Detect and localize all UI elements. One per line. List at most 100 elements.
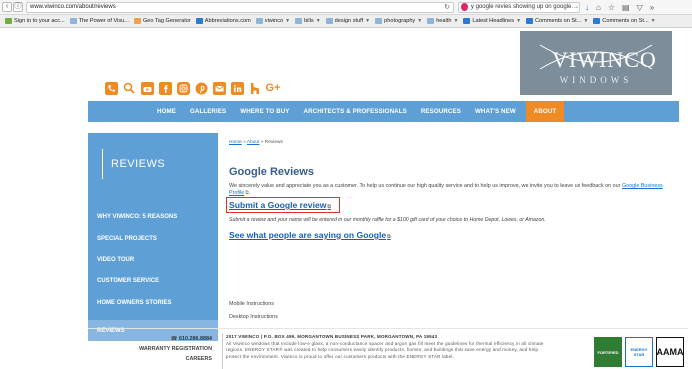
overflow-icon[interactable]: »	[650, 3, 654, 12]
chevron-down-icon: ▼	[315, 18, 321, 24]
linkedin-icon[interactable]	[230, 81, 244, 95]
download-icon[interactable]: ↓	[585, 3, 589, 12]
page-title: Google Reviews	[229, 166, 314, 178]
submit-review-label: Submit a Google review	[229, 200, 327, 210]
breadcrumb-home[interactable]: Home	[229, 140, 242, 145]
toolbar-icons: ↓ ⌂ ☆ ▤ ▽ »	[585, 3, 654, 12]
pinterest-icon[interactable]	[194, 81, 208, 95]
desktop-instructions[interactable]: Desktop Instructions	[229, 314, 278, 320]
bookmark-folder[interactable]: photography ▼	[375, 18, 422, 24]
geotag-icon	[133, 18, 141, 24]
browser-toolbar: ‹ ⓘ www.viwinco.com/about/reviews ↻ y go…	[0, 0, 692, 15]
nav-galleries[interactable]: GALLERIES	[190, 108, 226, 115]
nav-buttons: ‹ ⓘ	[0, 2, 23, 12]
google-icon	[5, 18, 12, 24]
breadcrumb: Home » About » Reviews	[229, 140, 283, 145]
warranty-registration-link[interactable]: WARRANTY REGISTRATION	[88, 344, 212, 354]
footer-address: 2017 VIWINCO | P.O. BOX 499, MORGANTOWN …	[226, 334, 438, 339]
bookmark-item[interactable]: Sign in to your acc...	[5, 18, 65, 24]
bookmark-item[interactable]: Geo Tag Generator	[133, 18, 191, 24]
info-icon[interactable]: ⓘ	[13, 2, 23, 12]
site-logo[interactable]: VIWINCO WINDOWS	[520, 31, 672, 95]
search-text: y google revies showing up on google.→	[470, 4, 579, 10]
breadcrumb-about[interactable]: About	[247, 140, 260, 145]
folder-icon	[255, 18, 263, 24]
sidebar-item-why-viwinco[interactable]: WHY VIWINCO: 5 REASONS	[88, 207, 218, 227]
footer: ☎ 610.286.8884 WARRANTY REGISTRATION CAR…	[88, 328, 688, 369]
feed-icon	[593, 18, 601, 24]
logo-subtitle: WINDOWS	[559, 75, 633, 85]
chevron-down-icon: ▼	[285, 18, 291, 24]
nav-whats-new[interactable]: WHAT'S NEW	[475, 108, 516, 115]
raffle-note: Submit a review and your name will be en…	[229, 217, 546, 223]
certification-badges: FORTIFIED ENERGY STAR AAMA	[594, 337, 684, 367]
footer-body: All Viwinco windows that include low-e g…	[226, 340, 544, 359]
pocket-icon[interactable]: ▽	[637, 3, 643, 12]
bookmark-feed[interactable]: Comments on St... ▼	[526, 18, 588, 24]
address-bar[interactable]: www.viwinco.com/about/reviews ↻	[26, 1, 454, 13]
email-icon[interactable]	[212, 81, 226, 95]
logo-word: VIWINCO	[552, 47, 657, 72]
search-icon[interactable]	[122, 81, 136, 95]
bookmarks-bar: Sign in to your acc... The Power of Visu…	[0, 15, 692, 28]
abbrev-icon	[195, 18, 203, 24]
sidebar-item-home-owners-stories[interactable]: HOME OWNERS STORIES	[88, 293, 218, 313]
chevron-down-icon: ▼	[583, 18, 589, 24]
intro-body: We sincerely value and appreciate you as…	[229, 183, 621, 189]
library-icon[interactable]: ▤	[622, 3, 630, 12]
bookmark-folder[interactable]: viwinco ▼	[255, 18, 291, 24]
see-reviews-label: See what people are saying on Google	[229, 230, 387, 240]
globe-icon	[69, 18, 77, 24]
bookmark-folder[interactable]: design stuff ▼	[325, 18, 371, 24]
search-engine-icon	[461, 3, 468, 11]
google-plus-icon[interactable]: G+	[266, 81, 281, 95]
footer-divider	[222, 333, 223, 369]
nav-about[interactable]: ABOUT	[525, 101, 565, 122]
home-icon[interactable]: ⌂	[596, 3, 601, 12]
submit-review-link[interactable]: Submit a Google review⧉	[229, 200, 331, 210]
footer-phone[interactable]: 610.286.8884	[179, 336, 212, 342]
search-bar[interactable]: y google revies showing up on google.→	[458, 1, 580, 13]
facebook-icon[interactable]	[158, 81, 172, 95]
careers-link[interactable]: CAREERS	[88, 354, 212, 364]
bookmark-star-icon[interactable]: ☆	[608, 3, 615, 12]
nav-architects[interactable]: ARCHITECTS & PROFESSIONALS	[304, 108, 407, 115]
phone-icon: ☎	[170, 336, 178, 342]
sidebar-item-customer-service[interactable]: CUSTOMER SERVICE	[88, 271, 218, 291]
folder-icon	[325, 18, 333, 24]
aama-badge: AAMA	[656, 337, 684, 367]
chevron-down-icon: ▼	[650, 18, 656, 24]
folder-icon	[375, 18, 383, 24]
sidebar: REVIEWS WHY VIWINCO: 5 REASONS SPECIAL P…	[88, 133, 218, 341]
nav-home[interactable]: HOME	[157, 108, 176, 115]
sidebar-item-video-tour[interactable]: VIDEO TOUR	[88, 250, 218, 270]
bookmark-feed[interactable]: Latest Headlines ▼	[463, 18, 521, 24]
bookmark-item[interactable]: Abbreviations.com	[195, 18, 251, 24]
reload-icon[interactable]: ↻	[444, 3, 450, 11]
bookmark-feed[interactable]: Comments on St... ▼	[593, 18, 656, 24]
feed-icon	[463, 18, 471, 24]
bookmark-folder[interactable]: bills ▼	[295, 18, 321, 24]
folder-icon	[295, 18, 303, 24]
houzz-icon[interactable]	[248, 81, 262, 95]
chevron-down-icon: ▼	[417, 18, 423, 24]
back-icon[interactable]: ‹	[2, 2, 12, 12]
bookmark-item[interactable]: The Power of Visu...	[69, 18, 129, 24]
see-reviews-link[interactable]: See what people are saying on Google⧉	[229, 230, 391, 240]
chevron-down-icon: ▼	[365, 18, 371, 24]
nav-resources[interactable]: RESOURCES	[421, 108, 461, 115]
phone-icon[interactable]	[104, 81, 118, 95]
energy-star-badge: ENERGY STAR	[625, 337, 653, 367]
social-icons: G+	[104, 81, 281, 95]
mobile-instructions[interactable]: Mobile Instructions	[229, 301, 274, 307]
main-nav: HOME GALLERIES WHERE TO BUY ARCHITECTS &…	[88, 101, 679, 122]
external-link-icon: ⧉	[387, 234, 391, 240]
bookmark-folder[interactable]: health ▼	[427, 18, 458, 24]
sidebar-item-special-projects[interactable]: SPECIAL PROJECTS	[88, 229, 218, 249]
external-link-icon: ⧉	[245, 190, 249, 196]
chevron-down-icon: ▼	[516, 18, 522, 24]
sidebar-title: REVIEWS	[102, 149, 202, 179]
nav-where-to-buy[interactable]: WHERE TO BUY	[240, 108, 289, 115]
youtube-icon[interactable]	[140, 81, 154, 95]
instagram-icon[interactable]	[176, 81, 190, 95]
